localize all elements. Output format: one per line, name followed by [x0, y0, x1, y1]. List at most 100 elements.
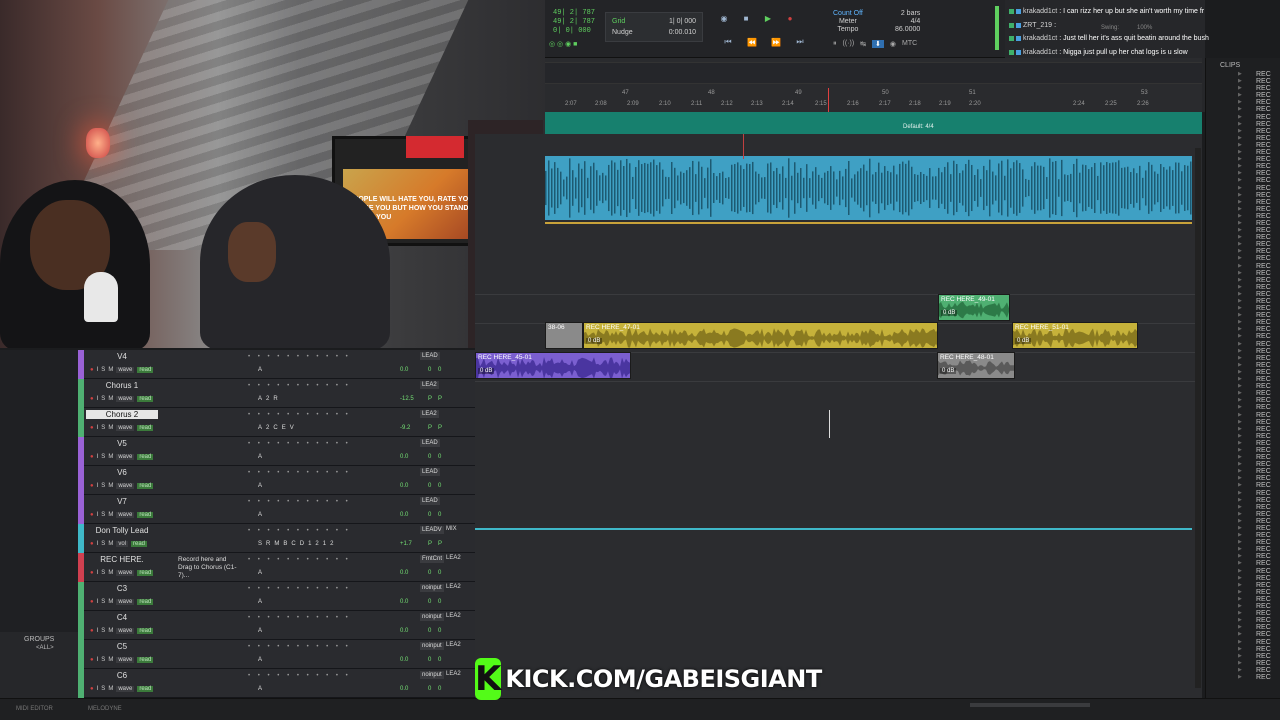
pan-value[interactable]: 0 [428, 367, 431, 373]
insert-slot[interactable]: M [274, 541, 279, 547]
track-color-strip[interactable] [78, 611, 84, 640]
io-output-2[interactable]: LEA2 [446, 584, 461, 590]
insert-slot[interactable]: 1 [323, 541, 326, 547]
audio-region[interactable]: REC HERE_51-01 0 dB [1012, 322, 1138, 349]
clip-item[interactable]: REC [1206, 639, 1280, 646]
io-output-2[interactable]: LEA2 [446, 613, 461, 619]
clip-item[interactable]: REC [1206, 412, 1280, 419]
clip-item[interactable]: REC [1206, 575, 1280, 582]
pan-value-2[interactable]: 0 [438, 483, 441, 489]
bar-ruler[interactable]: 47 48 49 50 51 53 [545, 90, 1202, 100]
volume-value[interactable]: 0.0 [400, 628, 408, 634]
view-selector[interactable]: wave [116, 657, 135, 663]
clip-item[interactable]: REC [1206, 404, 1280, 411]
mute-button[interactable]: M [108, 628, 113, 634]
clip-item[interactable]: REC [1206, 504, 1280, 511]
track-row[interactable]: V7 ● I S Mwave read • • • • • • • • • • • A LEAD… [78, 495, 475, 524]
clip-item[interactable]: REC [1206, 234, 1280, 241]
clip-item[interactable]: REC [1206, 270, 1280, 277]
clip-item[interactable]: REC [1206, 85, 1280, 92]
clip-item[interactable]: REC [1206, 99, 1280, 106]
insert-slot[interactable]: A [258, 512, 262, 518]
stop-button[interactable]: ■ [739, 12, 753, 24]
insert-slot[interactable]: R [266, 541, 270, 547]
clip-item[interactable]: REC [1206, 149, 1280, 156]
clip-item[interactable]: REC [1206, 532, 1280, 539]
insert-dots[interactable]: • • • • • • • • • • • [248, 673, 351, 679]
track-color-strip[interactable] [78, 379, 84, 408]
io-output[interactable]: LEADV [420, 526, 444, 534]
mute-button[interactable]: M [108, 367, 113, 373]
track-name[interactable]: C3 [86, 584, 158, 593]
clip-item[interactable]: REC [1206, 227, 1280, 234]
track-name[interactable]: V5 [86, 439, 158, 448]
track-name[interactable]: REC HERE. [86, 555, 158, 564]
volume-value[interactable]: 0.0 [400, 599, 408, 605]
mute-button[interactable]: M [108, 686, 113, 692]
insert-slot[interactable]: A [258, 628, 262, 634]
insert-dots[interactable]: • • • • • • • • • • • [248, 557, 351, 563]
clip-item[interactable]: REC [1206, 305, 1280, 312]
timeline-ruler[interactable]: 47 48 49 50 51 53 2:07 2:08 2:09 2:10 2:11 2:12 2:1… [545, 58, 1202, 112]
online-icon[interactable]: ◉ [890, 40, 896, 48]
melodyne-tab[interactable]: MELODYNE [88, 706, 122, 712]
count-off-block[interactable]: Count Off Meter Tempo [833, 10, 863, 34]
input-button[interactable]: I [97, 483, 99, 489]
solo-button[interactable]: S [101, 483, 105, 489]
time-ruler[interactable]: 2:07 2:08 2:09 2:10 2:11 2:12 2:13 2:14 2:15 2:16… [545, 101, 1202, 111]
clip-item[interactable]: REC [1206, 624, 1280, 631]
automation-mode[interactable]: read [137, 657, 154, 663]
io-output[interactable]: LEAD [420, 468, 440, 476]
track-name[interactable]: V7 [86, 497, 158, 506]
audio-region[interactable]: REC HERE_45-01 0 dB [475, 352, 631, 379]
audio-region[interactable]: 38-06 [545, 322, 583, 349]
io-output[interactable]: noinput [420, 613, 444, 621]
input-button[interactable]: I [97, 657, 99, 663]
insert-slot[interactable]: 2 [266, 396, 269, 402]
io-output[interactable]: FrntCnt [420, 555, 445, 563]
clip-item[interactable]: REC [1206, 255, 1280, 262]
pan-value-2[interactable]: 0 [438, 367, 441, 373]
counter-icons[interactable]: ◎ ◎ ◉ ■ [549, 40, 577, 48]
clip-item[interactable]: REC [1206, 511, 1280, 518]
mute-button[interactable]: M [108, 570, 113, 576]
solo-button[interactable]: S [101, 570, 105, 576]
clip-item[interactable]: REC [1206, 610, 1280, 617]
clip-item[interactable]: REC [1206, 163, 1280, 170]
track-color-strip[interactable] [78, 640, 84, 669]
track-color-strip[interactable] [78, 408, 84, 437]
clip-item[interactable]: REC [1206, 341, 1280, 348]
input-button[interactable]: I [97, 512, 99, 518]
view-selector[interactable]: wave [116, 425, 135, 431]
clip-item[interactable]: REC [1206, 646, 1280, 653]
io-output[interactable]: LEAD [420, 497, 440, 505]
pan-value[interactable]: 0 [428, 628, 431, 634]
fast-forward-button[interactable]: ⏩ [769, 36, 783, 48]
insert-dots[interactable]: • • • • • • • • • • • [248, 615, 351, 621]
midi-editor-tab[interactable]: MIDI EDITOR [16, 706, 53, 712]
track-row[interactable]: V5 ● I S Mwave read • • • • • • • • • • • A LEAD… [78, 437, 475, 466]
automation-mode[interactable]: read [130, 541, 147, 547]
clip-item[interactable]: REC [1206, 525, 1280, 532]
clip-item[interactable]: REC [1206, 114, 1280, 121]
clip-item[interactable]: REC [1206, 220, 1280, 227]
pan-value[interactable]: P [428, 425, 432, 431]
clip-item[interactable]: REC [1206, 440, 1280, 447]
pan-value[interactable]: 0 [428, 686, 431, 692]
chat-username[interactable]: ZRT_219 [1023, 19, 1052, 33]
input-button[interactable]: I [97, 367, 99, 373]
clip-item[interactable]: REC [1206, 397, 1280, 404]
insert-slot[interactable]: A [258, 396, 262, 402]
mute-button[interactable]: M [108, 541, 113, 547]
mute-button[interactable]: M [108, 483, 113, 489]
clip-item[interactable]: REC [1206, 454, 1280, 461]
io-output[interactable]: noinput [420, 671, 444, 679]
clip-item[interactable]: REC [1206, 71, 1280, 78]
volume-value[interactable]: 0.0 [400, 454, 408, 460]
input-button[interactable]: I [97, 686, 99, 692]
insert-slot[interactable]: A [258, 425, 262, 431]
record-enable-button[interactable]: ● [90, 570, 94, 576]
track-row[interactable]: V6 ● I S Mwave read • • • • • • • • • • • A LEAD… [78, 466, 475, 495]
clip-item[interactable]: REC [1206, 539, 1280, 546]
clip-item[interactable]: REC [1206, 426, 1280, 433]
